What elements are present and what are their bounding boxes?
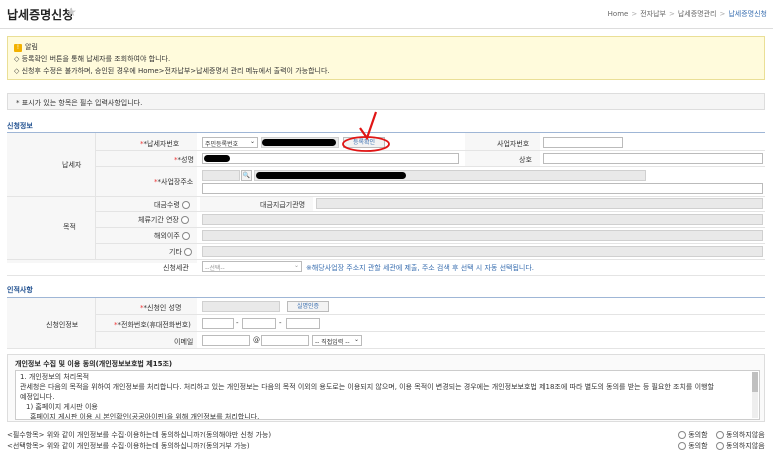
biz-no-input[interactable] bbox=[543, 137, 623, 148]
search-icon[interactable]: 🔍 bbox=[241, 170, 252, 181]
company-label: 상호 bbox=[519, 156, 532, 164]
scrollbar[interactable] bbox=[752, 372, 758, 418]
header-divider bbox=[0, 28, 773, 29]
id-type-select[interactable]: 주민등록번호 ⌄ bbox=[202, 137, 258, 148]
radio-disagree-optional[interactable] bbox=[715, 442, 724, 450]
real-name-auth-button[interactable]: 실명인증 bbox=[287, 301, 329, 312]
phone-input-1[interactable] bbox=[202, 318, 234, 329]
redacted-value bbox=[262, 139, 336, 146]
zipcode-input[interactable] bbox=[202, 170, 240, 181]
email-domain-select[interactable]: -- 직접입력 -- ⌄ bbox=[312, 335, 362, 346]
breadcrumb-current[interactable]: 납세증명신청 bbox=[728, 10, 767, 18]
email-label: 이메일 bbox=[174, 338, 194, 346]
biz-no-label: 사업자번호 bbox=[497, 140, 530, 148]
phone-input-3[interactable] bbox=[286, 318, 320, 329]
consent-optional-text: <선택항목> 위와 같이 개인정보를 수집·이용하는데 동의하십니까?(동의거부… bbox=[7, 442, 250, 450]
taxpayer-no-label: **납세자번호 bbox=[140, 140, 180, 148]
name-label: **성명 bbox=[174, 156, 194, 164]
privacy-line: 관세청은 다음의 목적을 위하여 개인정보를 처리합니다. 처리하고 있는 개인… bbox=[20, 383, 714, 391]
phone-dash: - bbox=[236, 319, 239, 327]
office-note: ※해당사업장 주소지 관할 세관에 제출, 주소 검색 후 선택 시 자동 선택… bbox=[306, 264, 534, 272]
favorite-star-icon[interactable]: ★ bbox=[66, 5, 77, 19]
redacted-value bbox=[204, 155, 230, 162]
applicant-name-input[interactable] bbox=[202, 301, 280, 312]
payer-agency-input[interactable] bbox=[316, 198, 763, 209]
office-select[interactable]: --선택-- ⌄ bbox=[202, 261, 302, 272]
purpose-option[interactable]: 해외이주 bbox=[154, 231, 190, 241]
chevron-down-icon: ⌄ bbox=[353, 336, 359, 343]
privacy-title: 개인정보 수집 및 이용 동의(개인정보보호법 제15조) bbox=[15, 360, 173, 368]
purpose-option[interactable]: 체류기간 연장 bbox=[138, 215, 190, 225]
address-label: **사업장주소 bbox=[154, 178, 194, 186]
annotation-check-mark bbox=[342, 111, 390, 152]
email-id-input[interactable] bbox=[202, 335, 250, 346]
privacy-line: 1. 개인정보의 처리목적 bbox=[20, 373, 90, 381]
radio-agree-optional[interactable] bbox=[678, 442, 686, 450]
phone-label: **전화번호(휴대전화번호) bbox=[114, 321, 191, 329]
notice-line: ◇ 등록확인 버튼을 통해 납세자를 조회하여야 합니다. bbox=[14, 55, 171, 63]
section-title-person: 인적사항 bbox=[7, 286, 33, 294]
notice-box: ! 알림 ◇ 등록확인 버튼을 통해 납세자를 조회하여야 합니다. ◇ 신청후 … bbox=[7, 36, 765, 80]
email-domain-input[interactable] bbox=[261, 335, 309, 346]
applicant-name-label: **신청인 성명 bbox=[140, 304, 182, 312]
purpose-detail-input[interactable] bbox=[202, 246, 763, 257]
notice-line: ◇ 신청후 수정은 불가하며, 승인된 경우에 Home>전자납부>납세증명서 … bbox=[14, 67, 330, 75]
radio-disagree-required[interactable] bbox=[715, 431, 724, 439]
redacted-value bbox=[256, 172, 406, 179]
email-at: @ bbox=[253, 336, 260, 344]
group-label-purpose: 목적 bbox=[63, 223, 76, 231]
page-title: 납세증명신청 bbox=[7, 8, 74, 22]
purpose-option[interactable]: 기타 bbox=[169, 247, 193, 257]
name-input[interactable] bbox=[202, 153, 459, 164]
notice-title: 알림 bbox=[25, 43, 38, 51]
privacy-line: 1) 홈페이지 게시판 이용 bbox=[26, 403, 98, 411]
warning-icon: ! bbox=[14, 44, 22, 52]
radio-icon bbox=[182, 201, 190, 209]
group-label-applicant: 신청인정보 bbox=[46, 321, 79, 329]
privacy-textbox[interactable]: 1. 개인정보의 처리목적 관세청은 다음의 목적을 위하여 개인정보를 처리합… bbox=[15, 370, 760, 420]
chevron-down-icon: ⌄ bbox=[293, 262, 299, 269]
radio-icon bbox=[181, 216, 190, 224]
chevron-down-icon: ⌄ bbox=[249, 138, 255, 145]
radio-agree-required[interactable] bbox=[678, 431, 686, 439]
consent-required-options: 동의함 동의하지않음 bbox=[678, 430, 765, 440]
phone-dash: - bbox=[279, 319, 282, 327]
breadcrumb-certmgmt[interactable]: 납세증명관리 bbox=[678, 10, 717, 18]
group-label-taxpayer: 납세자 bbox=[62, 161, 82, 169]
office-label: 신청세관 bbox=[163, 264, 189, 272]
address-detail-input[interactable] bbox=[202, 183, 763, 194]
privacy-line: 홈페이지 게시판 이용 시 본인확인(공공아이핀)을 위해 개인정보를 처리합니… bbox=[30, 413, 260, 420]
breadcrumb-epay[interactable]: 전자납부 bbox=[640, 10, 666, 18]
privacy-section: 개인정보 수집 및 이용 동의(개인정보보호법 제15조) 1. 개인정보의 처… bbox=[7, 354, 765, 422]
privacy-line: 예정입니다. bbox=[20, 393, 55, 401]
purpose-detail-input[interactable] bbox=[202, 230, 763, 241]
purpose-detail-input[interactable] bbox=[202, 214, 763, 225]
phone-input-2[interactable] bbox=[242, 318, 276, 329]
breadcrumb-home[interactable]: Home bbox=[608, 10, 629, 18]
breadcrumb: Home > 전자납부 > 납세증명관리 > 납세증명신청 bbox=[607, 10, 767, 18]
company-input[interactable] bbox=[543, 153, 763, 164]
consent-required-text: <필수항목> 위와 같이 개인정보를 수집·이용하는데 동의하십니까?(동의해야… bbox=[7, 431, 272, 439]
section-title-applicant: 신청정보 bbox=[7, 122, 33, 130]
radio-icon bbox=[184, 248, 193, 256]
radio-icon bbox=[182, 232, 190, 240]
consent-optional-options: 동의함 동의하지않음 bbox=[678, 441, 765, 451]
payer-agency-label: 대금지급기관명 bbox=[260, 201, 306, 209]
purpose-option[interactable]: 대금수령 bbox=[154, 200, 190, 210]
